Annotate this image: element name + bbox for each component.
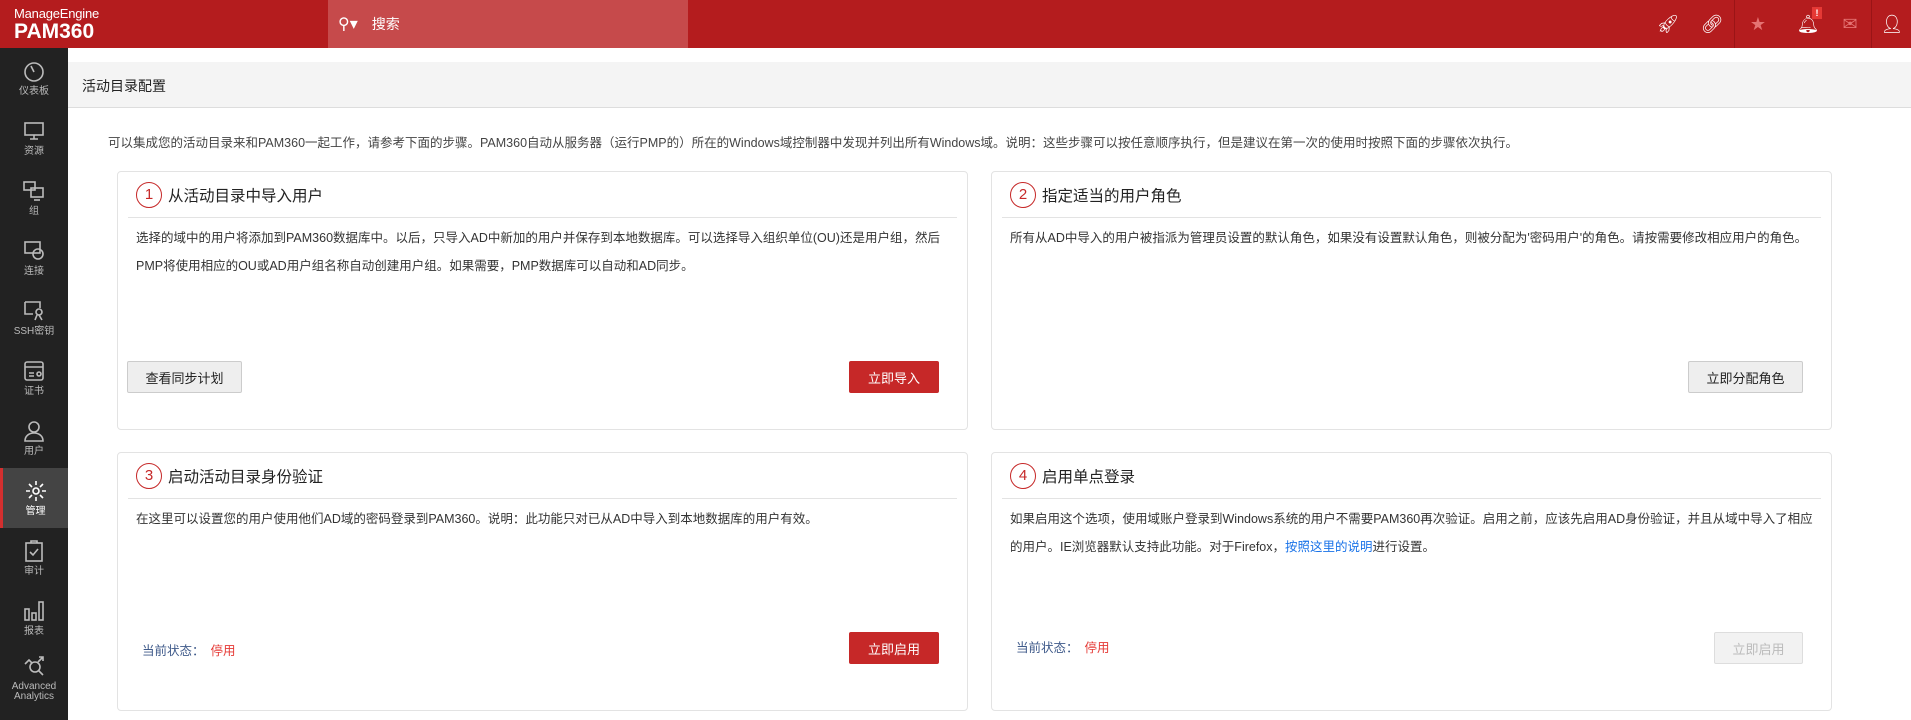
search-input[interactable]: ⚲▾ 搜索 (328, 0, 688, 48)
certificate-icon (24, 361, 44, 381)
card-description: 在这里可以设置您的用户使用他们AD域的密码登录到PAM360。说明：此功能只对已… (136, 512, 818, 526)
status-badge: 停用 (210, 644, 236, 658)
card-assign-roles: 2 指定适当的用户角色 所有从AD中导入的用户被指派为管理员设置的默认角色，如果没… (991, 171, 1832, 430)
search-placeholder: 搜索 (371, 16, 400, 32)
page-title: 活动目录配置 (68, 62, 1911, 108)
sidebar-item-label: Advanced Analytics (11, 681, 57, 702)
step-number: 4 (1010, 462, 1036, 489)
card-description: 所有从AD中导入的用户被指派为管理员设置的默认角色，如果没有设置默认角色，则被分… (1010, 231, 1808, 245)
sidebar-item-advanced-analytics[interactable]: Advanced Analytics (0, 648, 68, 708)
card-single-sign-on: 4 启用单点登录 如果启用这个选项，使用域账户登录到Windows系统的用户不需要… (991, 452, 1832, 711)
user-icon (24, 421, 44, 442)
sidebar-item-label: 管理 (25, 506, 46, 517)
search-icon[interactable]: ⚲▾ (338, 14, 358, 34)
dashboard-icon (24, 62, 44, 82)
enable-now-button[interactable]: 立即启用 (849, 632, 939, 664)
card-ad-authentication: 3 启动活动目录身份验证 在这里可以设置您的用户使用他们AD域的密码登录到PAM3… (117, 452, 968, 711)
analytics-icon (24, 656, 44, 676)
card-title: 指定适当的用户角色 (1042, 187, 1182, 205)
view-sync-schedule-button[interactable]: 查看同步计划 (127, 361, 242, 393)
status-badge: 停用 (1084, 641, 1110, 655)
sidebar-item-users[interactable]: 用户 (0, 408, 68, 468)
sidebar-item-audit[interactable]: 审计 (0, 528, 68, 588)
sidebar-item-label: 审计 (24, 566, 44, 577)
sidebar-item-certificates[interactable]: 证书 (0, 348, 68, 408)
status-line: 当前状态： 停用 (1016, 637, 1110, 656)
bar-chart-icon (24, 601, 44, 621)
sidebar-item-label: SSH密钥 (13, 326, 55, 337)
key-icon (24, 301, 43, 321)
sidebar-item-dashboard[interactable]: 仪表板 (0, 48, 68, 108)
sidebar-item-label: 组 (29, 206, 39, 217)
sidebar-item-admin[interactable]: 管理 (0, 468, 68, 528)
top-header: ManageEngine PAM360 ⚲▾ 搜索 🚀︎ 🔗︎ ★ 🔔︎ ! ✉… (0, 0, 1911, 48)
sidebar-item-label: 仪表板 (19, 86, 49, 97)
card-title: 启用单点登录 (1042, 468, 1136, 486)
description-text: 进行设置。 (1372, 540, 1436, 554)
sidebar-item-label: 证书 (24, 386, 44, 397)
step-number: 1 (136, 181, 162, 208)
sidebar-item-label: 报表 (24, 626, 44, 637)
card-description: 如果启用这个选项，使用域账户登录到Windows系统的用户不需要PAM360再次… (1010, 505, 1817, 561)
status-line: 当前状态： 停用 (142, 640, 236, 659)
brand-name: ManageEngine (14, 6, 100, 21)
sidebar-item-connections[interactable]: 连接 (0, 228, 68, 288)
group-icon (23, 181, 44, 201)
user-menu-icon[interactable]: 👤︎ (1880, 12, 1904, 36)
card-import-users: 1 从活动目录中导入用户 选择的域中的用户将添加到PAM360数据库中。以后，只导… (117, 171, 968, 430)
step-number: 3 (136, 462, 162, 489)
divider (1734, 0, 1735, 48)
mail-icon[interactable]: ✉ (1838, 12, 1862, 36)
card-title: 从活动目录中导入用户 (168, 187, 324, 205)
sidebar: 仪表板 资源 组 连接 SSH密钥 证书 用户 管理 审计 报表 Advance… (0, 48, 68, 720)
sidebar-item-resources[interactable]: 资源 (0, 108, 68, 168)
user-star-icon[interactable]: ★ (1746, 12, 1770, 36)
link-icon[interactable]: 🔗︎ (1700, 12, 1724, 36)
sidebar-item-label: 资源 (24, 146, 44, 157)
card-title: 启动活动目录身份验证 (168, 468, 324, 486)
card-description: 选择的域中的用户将添加到PAM360数据库中。以后，只导入AD中新加的用户并保存… (136, 231, 940, 273)
sidebar-item-groups[interactable]: 组 (0, 168, 68, 228)
rocket-icon[interactable]: 🚀︎ (1656, 12, 1680, 36)
enable-sso-button[interactable]: 立即启用 (1714, 632, 1803, 664)
divider (1871, 0, 1872, 48)
sidebar-item-label: 连接 (24, 266, 44, 277)
status-label: 当前状态： (142, 644, 205, 658)
monitor-icon (24, 122, 44, 140)
connection-icon (24, 241, 44, 260)
instructions-link[interactable]: 按照这里的说明 (1285, 540, 1373, 554)
sidebar-item-label: 用户 (24, 446, 44, 457)
step-number: 2 (1010, 181, 1036, 208)
clipboard-icon (25, 540, 43, 562)
sidebar-item-ssh-keys[interactable]: SSH密钥 (0, 288, 68, 348)
logo[interactable]: ManageEngine PAM360 (14, 6, 99, 43)
status-label: 当前状态： (1016, 641, 1079, 655)
sidebar-item-reports[interactable]: 报表 (0, 588, 68, 648)
product-name: PAM360 (14, 20, 95, 43)
intro-text: 可以集成您的活动目录来和PAM360一起工作，请参考下面的步骤。PAM360自动… (108, 136, 1519, 150)
import-now-button[interactable]: 立即导入 (849, 361, 939, 393)
assign-roles-button[interactable]: 立即分配角色 (1688, 361, 1803, 393)
notification-badge: ! (1812, 7, 1822, 19)
gear-icon (25, 481, 46, 501)
